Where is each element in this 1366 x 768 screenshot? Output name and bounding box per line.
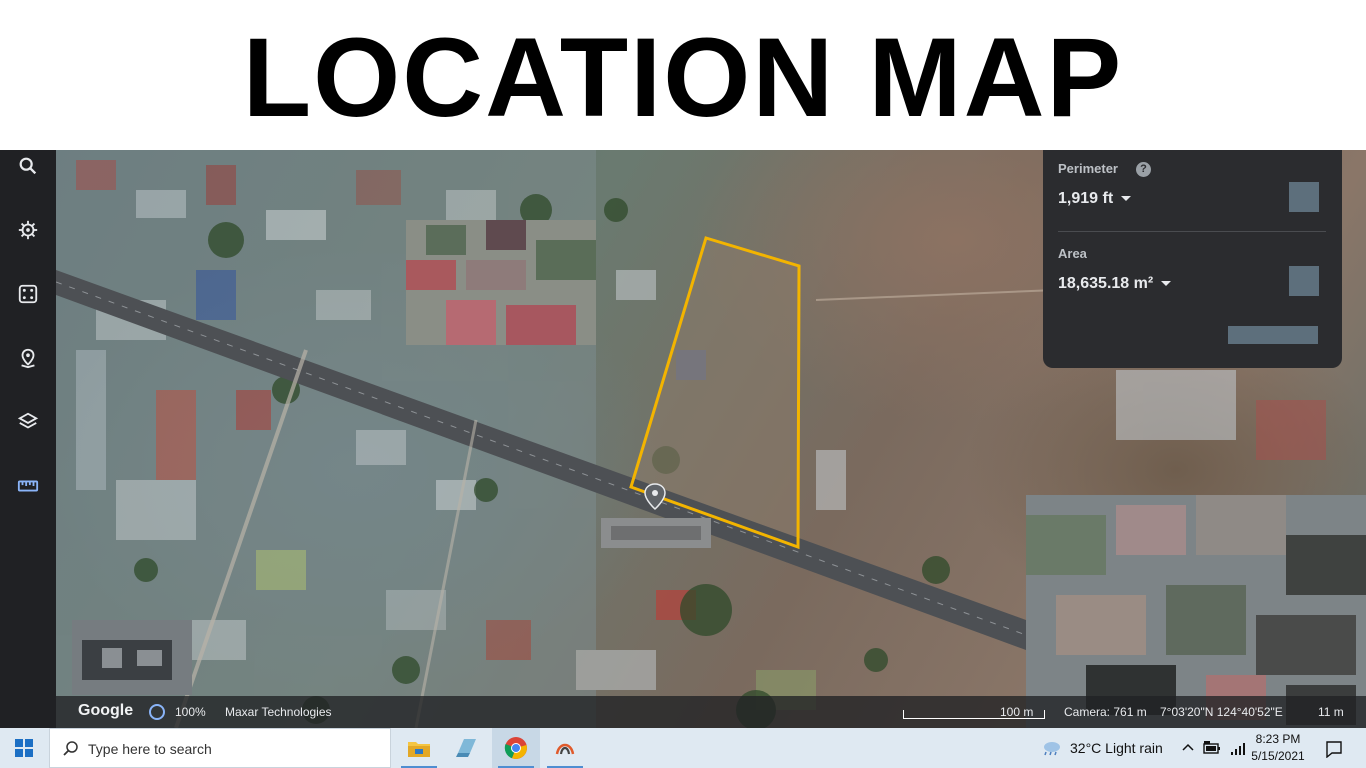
- page-title: LOCATION MAP: [242, 15, 1124, 140]
- globe-icon: [149, 704, 165, 720]
- taskbar: Type here to search 32°C Light rain 8:23…: [0, 728, 1366, 768]
- camera-altitude: Camera: 761 m: [1064, 705, 1147, 719]
- taskbar-search[interactable]: Type here to search: [49, 728, 391, 768]
- panel-divider: [1058, 231, 1326, 232]
- app-icon[interactable]: [443, 728, 491, 768]
- notifications-icon[interactable]: [1325, 740, 1343, 758]
- voyager-icon[interactable]: [8, 210, 48, 250]
- measure-panel: Perimeter ? 1,919 ft Area 18,635.18 m²: [1043, 150, 1342, 368]
- coordinates: 7°03'20"N 124°40'52"E: [1160, 705, 1283, 719]
- redacted-unit-button[interactable]: [1289, 182, 1319, 212]
- area-value[interactable]: 18,635.18 m²: [1058, 275, 1172, 293]
- feeling-lucky-icon[interactable]: [8, 274, 48, 314]
- chrome-icon[interactable]: [492, 728, 540, 768]
- weather-rain-icon[interactable]: [1040, 740, 1062, 756]
- redacted-area: [406, 220, 596, 345]
- redacted-label: [601, 518, 711, 548]
- chevron-down-icon: [1121, 196, 1132, 202]
- projects-icon[interactable]: [8, 338, 48, 378]
- tool-rail: [0, 150, 56, 728]
- search-icon[interactable]: [8, 146, 48, 186]
- scale-label: 100 m: [1000, 705, 1034, 719]
- elevation: 11 m: [1318, 705, 1344, 719]
- title-banner: LOCATION MAP: [0, 0, 1366, 150]
- attribution[interactable]: Maxar Technologies: [225, 705, 332, 719]
- google-logo: Google: [78, 702, 134, 719]
- perimeter-value-text: 1,919 ft: [1058, 190, 1114, 207]
- area-value-text: 18,635.18 m²: [1058, 275, 1154, 292]
- map-status-bar: Google 100% Maxar Technologies 100 m Cam…: [56, 696, 1366, 728]
- map-style-icon[interactable]: [8, 402, 48, 442]
- redacted-action-button[interactable]: [1228, 326, 1318, 344]
- battery-icon[interactable]: [1203, 741, 1221, 755]
- perimeter-label: Perimeter: [1058, 161, 1118, 176]
- clock[interactable]: 8:23 PM 5/15/2021: [1238, 731, 1318, 765]
- search-placeholder: Type here to search: [88, 741, 212, 757]
- snip-sketch-icon[interactable]: [541, 728, 589, 768]
- redacted-unit-button[interactable]: [1289, 266, 1319, 296]
- clock-date: 5/15/2021: [1251, 749, 1305, 763]
- chevron-up-icon[interactable]: [1182, 742, 1194, 752]
- zoom-level: 100%: [175, 705, 206, 719]
- redacted-area: [72, 620, 192, 695]
- windows-start-icon[interactable]: [0, 728, 48, 768]
- chevron-down-icon: [1161, 281, 1172, 287]
- help-icon[interactable]: ?: [1136, 162, 1151, 177]
- redacted-area: [1026, 495, 1366, 728]
- area-label: Area: [1058, 246, 1087, 261]
- file-explorer-icon[interactable]: [395, 728, 443, 768]
- perimeter-value[interactable]: 1,919 ft: [1058, 190, 1132, 208]
- search-icon: [63, 741, 78, 756]
- clock-time: 8:23 PM: [1255, 732, 1301, 746]
- measure-icon[interactable]: [8, 466, 48, 506]
- weather-text[interactable]: 32°C Light rain: [1070, 740, 1163, 756]
